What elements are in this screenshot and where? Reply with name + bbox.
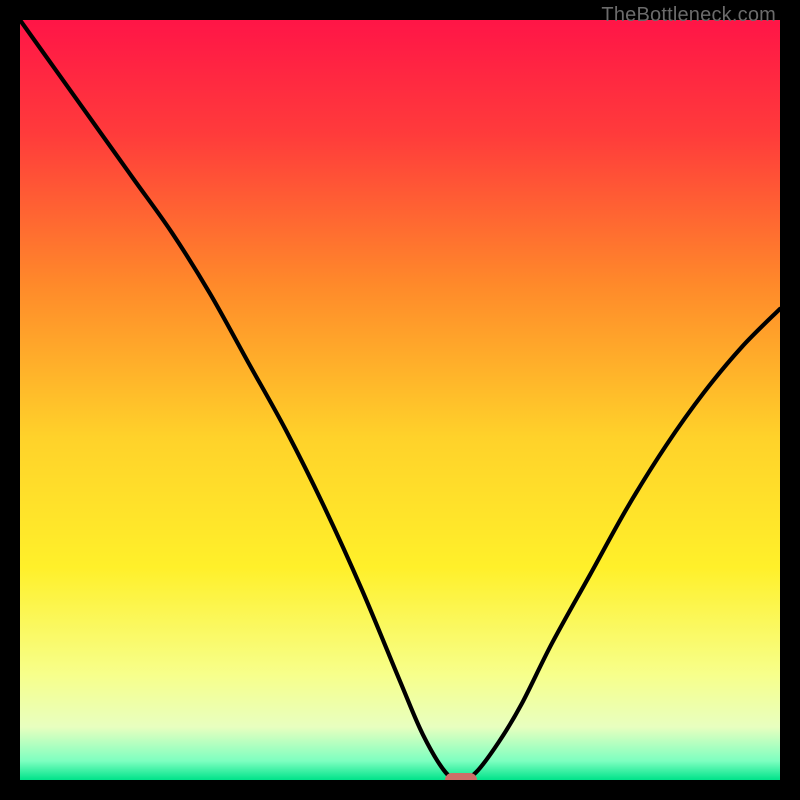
- plot-area: [20, 20, 780, 780]
- watermark-text: TheBottleneck.com: [601, 4, 776, 27]
- optimal-point-marker: [445, 773, 477, 780]
- bottleneck-curve: [20, 20, 780, 780]
- chart-frame: TheBottleneck.com: [0, 0, 800, 800]
